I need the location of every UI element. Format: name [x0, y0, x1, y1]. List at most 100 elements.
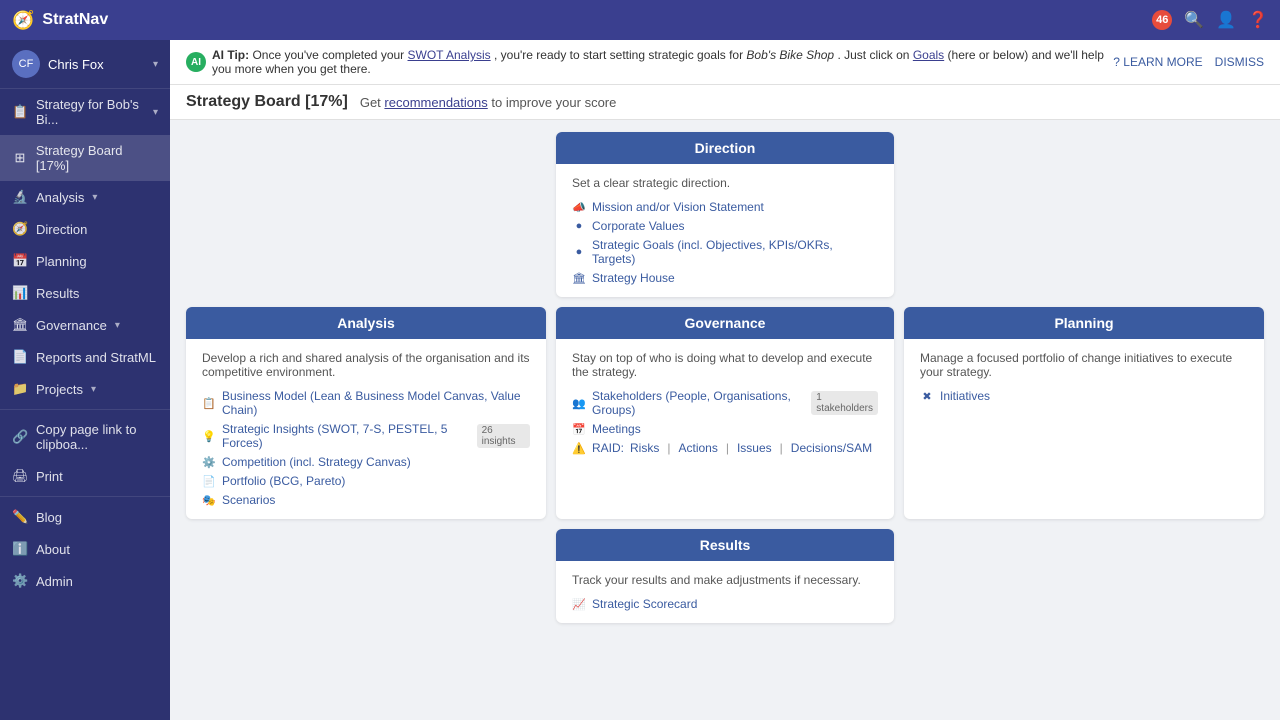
- goals-link[interactable]: Goals: [913, 48, 944, 62]
- strategic-insights-link[interactable]: 💡 Strategic Insights (SWOT, 7-S, PESTEL,…: [202, 422, 530, 450]
- governance-icon: 🏛: [12, 317, 28, 333]
- help-icon[interactable]: ❓: [1248, 10, 1268, 30]
- scenarios-link[interactable]: 🎭 Scenarios: [202, 493, 530, 507]
- sidebar-item-blog[interactable]: ✏️ Blog: [0, 501, 170, 533]
- planning-card-header: Planning: [904, 307, 1264, 339]
- reports-icon: 📄: [12, 349, 28, 365]
- strategy-board-icon: ⊞: [12, 150, 28, 166]
- ai-tip-before: Once you've completed your: [252, 48, 404, 62]
- notification-badge[interactable]: 46: [1152, 10, 1172, 30]
- results-card-links: 📈 Strategic Scorecard: [572, 597, 878, 611]
- megaphone-icon: 📣: [572, 201, 586, 214]
- sidebar-item-label: Results: [36, 286, 79, 301]
- dot-icon: ●: [572, 246, 586, 258]
- competition-icon: ⚙️: [202, 456, 216, 469]
- results-card: Results Track your results and make adju…: [556, 529, 894, 623]
- strategic-goals-link[interactable]: ● Strategic Goals (incl. Objectives, KPI…: [572, 238, 878, 266]
- results-card-header: Results: [556, 529, 894, 561]
- chevron-down-icon: ▾: [153, 107, 158, 118]
- sidebar-item-strategy-board[interactable]: ⊞ Strategy Board [17%]: [0, 135, 170, 181]
- canvas-icon: 📋: [202, 397, 216, 410]
- initiatives-link[interactable]: ✖ Initiatives: [920, 389, 1248, 403]
- blog-icon: ✏️: [12, 509, 28, 525]
- stakeholders-icon: 👥: [572, 397, 586, 410]
- ai-tip-text: AI Tip: Once you've completed your SWOT …: [212, 48, 1107, 76]
- ai-tip-after: . Just click on: [837, 48, 909, 62]
- scorecard-icon: 📈: [572, 598, 586, 611]
- sidebar-item-admin[interactable]: ⚙️ Admin: [0, 565, 170, 597]
- navbar-left: 🧭 StratNav: [12, 10, 108, 31]
- page-title: Strategy Board [17%]: [186, 93, 348, 111]
- sidebar-item-label: Analysis: [36, 190, 84, 205]
- sidebar-user[interactable]: CF Chris Fox ▾: [0, 40, 170, 89]
- chevron-down-icon: ▾: [115, 320, 120, 331]
- sidebar-item-label: Governance: [36, 318, 107, 333]
- meetings-icon: 📅: [572, 423, 586, 436]
- chevron-down-icon: ▾: [92, 192, 97, 203]
- competition-link[interactable]: ⚙️ Competition (incl. Strategy Canvas): [202, 455, 530, 469]
- results-icon: 📊: [12, 285, 28, 301]
- insights-badge: 26 insights: [477, 424, 530, 448]
- direction-card: Direction Set a clear strategic directio…: [556, 132, 894, 297]
- strategy-house-link[interactable]: 🏛 Strategy House: [572, 271, 878, 285]
- sidebar-item-results[interactable]: 📊 Results: [0, 277, 170, 309]
- chevron-down-icon: ▾: [153, 59, 158, 70]
- sidebar-item-planning[interactable]: 📅 Planning: [0, 245, 170, 277]
- governance-card-header: Governance: [556, 307, 894, 339]
- strategic-scorecard-link[interactable]: 📈 Strategic Scorecard: [572, 597, 878, 611]
- sidebar-item-governance[interactable]: 🏛 Governance ▾: [0, 309, 170, 341]
- business-model-link[interactable]: 📋 Business Model (Lean & Business Model …: [202, 389, 530, 417]
- analysis-card-links: 📋 Business Model (Lean & Business Model …: [202, 389, 530, 507]
- dismiss-link[interactable]: DISMISS: [1215, 55, 1264, 69]
- sidebar-item-reports[interactable]: 📄 Reports and StratML: [0, 341, 170, 373]
- print-icon: 🖨: [12, 468, 28, 484]
- learn-more-link[interactable]: ? LEARN MORE: [1113, 55, 1202, 69]
- corporate-values-link[interactable]: ● Corporate Values: [572, 219, 878, 233]
- portfolio-link[interactable]: 📄 Portfolio (BCG, Pareto): [202, 474, 530, 488]
- stakeholders-link[interactable]: 👥 Stakeholders (People, Organisations, G…: [572, 389, 878, 417]
- raid-link[interactable]: ⚠️ RAID: Risks | Actions | Issues | Deci…: [572, 441, 878, 455]
- mission-vision-link[interactable]: 📣 Mission and/or Vision Statement: [572, 200, 878, 214]
- house-icon: 🏛: [572, 272, 586, 285]
- planning-card: Planning Manage a focused portfolio of c…: [904, 307, 1264, 519]
- analysis-icon: 🔬: [12, 189, 28, 205]
- governance-card-subtitle: Stay on top of who is doing what to deve…: [572, 351, 878, 379]
- analysis-card-header: Analysis: [186, 307, 546, 339]
- raid-icon: ⚠️: [572, 442, 586, 455]
- user-icon[interactable]: 👤: [1216, 10, 1236, 30]
- sidebar-item-label: Planning: [36, 254, 87, 269]
- strategy-board-grid: Direction Set a clear strategic directio…: [186, 132, 1264, 623]
- sidebar-item-copy-link[interactable]: 🔗 Copy page link to clipboa...: [0, 414, 170, 460]
- about-icon: ℹ️: [12, 541, 28, 557]
- sidebar-item-about[interactable]: ℹ️ About: [0, 533, 170, 565]
- swot-analysis-link[interactable]: SWOT Analysis: [408, 48, 491, 62]
- sidebar-item-label: Admin: [36, 574, 73, 589]
- sidebar-item-projects[interactable]: 📁 Projects ▾: [0, 373, 170, 405]
- search-icon[interactable]: 🔍: [1184, 10, 1204, 30]
- governance-card-links: 👥 Stakeholders (People, Organisations, G…: [572, 389, 878, 455]
- sidebar-item-print[interactable]: 🖨 Print: [0, 460, 170, 492]
- initiatives-icon: ✖: [920, 390, 934, 403]
- avatar: CF: [12, 50, 40, 78]
- meetings-link[interactable]: 📅 Meetings: [572, 422, 878, 436]
- sidebar-item-strategy[interactable]: 📋 Strategy for Bob's Bi... ▾: [0, 89, 170, 135]
- ai-tip-bar: AI AI Tip: Once you've completed your SW…: [170, 40, 1280, 85]
- direction-icon: 🧭: [12, 221, 28, 237]
- chevron-down-icon: ▾: [91, 384, 96, 395]
- ai-tip-middle: , you're ready to start setting strategi…: [494, 48, 743, 62]
- sidebar-divider: [0, 409, 170, 410]
- direction-card-subtitle: Set a clear strategic direction.: [572, 176, 878, 190]
- portfolio-icon: 📄: [202, 475, 216, 488]
- sidebar-item-label: Strategy Board [17%]: [36, 143, 158, 173]
- results-card-subtitle: Track your results and make adjustments …: [572, 573, 878, 587]
- sidebar-item-label: About: [36, 542, 70, 557]
- sidebar-item-analysis[interactable]: 🔬 Analysis ▾: [0, 181, 170, 213]
- sidebar-item-label: Strategy for Bob's Bi...: [36, 97, 145, 127]
- analysis-card-body: Develop a rich and shared analysis of th…: [186, 339, 546, 519]
- direction-card-body: Set a clear strategic direction. 📣 Missi…: [556, 164, 894, 297]
- top-navbar: 🧭 StratNav 46 🔍 👤 ❓: [0, 0, 1280, 40]
- sidebar-item-direction[interactable]: 🧭 Direction: [0, 213, 170, 245]
- recommendations-link[interactable]: recommendations: [384, 95, 487, 110]
- planning-icon: 📅: [12, 253, 28, 269]
- planning-card-subtitle: Manage a focused portfolio of change ini…: [920, 351, 1248, 379]
